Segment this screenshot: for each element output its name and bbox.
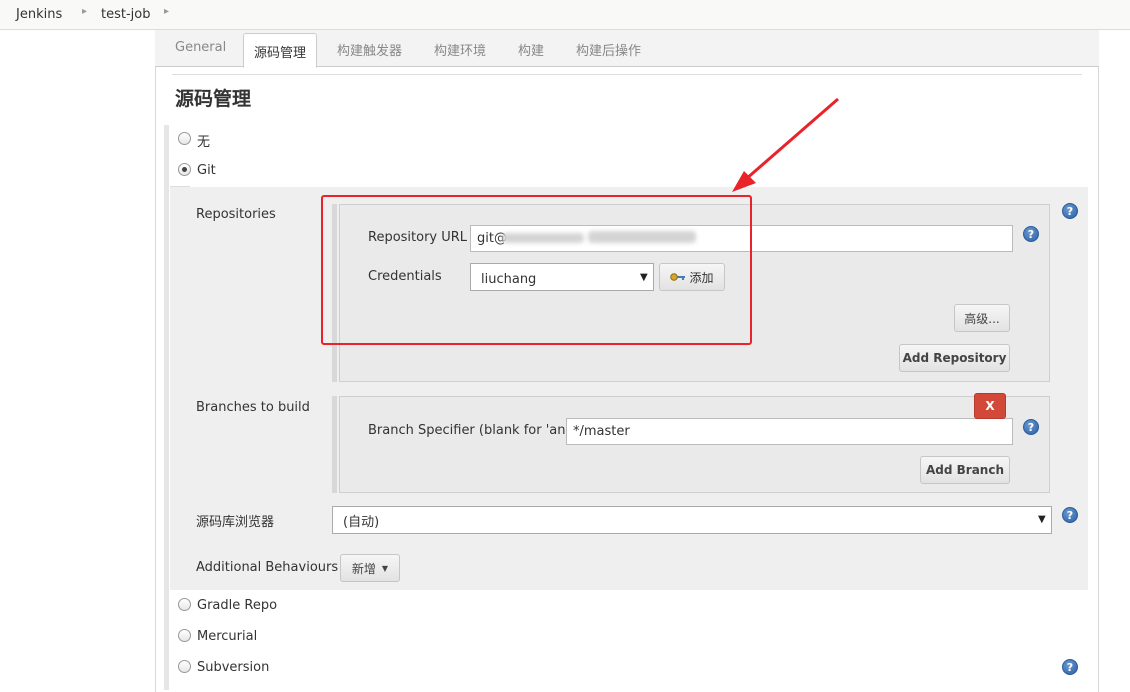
repositories-label: Repositories: [196, 207, 276, 222]
dropdown-arrow-icon: ▼: [1038, 514, 1046, 525]
help-icon[interactable]: ?: [1062, 659, 1078, 675]
divider: [172, 74, 1082, 75]
add-behaviour-label: 新增: [351, 561, 376, 576]
repository-browser-select[interactable]: (自动): [332, 506, 1052, 534]
help-icon[interactable]: ?: [1023, 419, 1039, 435]
repository-browser-value: (自动): [343, 515, 380, 530]
section-bar: [164, 125, 169, 690]
branches-bar: [332, 396, 337, 493]
scm-none-radio[interactable]: [178, 132, 191, 145]
branch-specifier-label: Branch Specifier (blank for 'any'): [368, 423, 582, 438]
breadcrumb-test-job[interactable]: test-job: [101, 7, 150, 22]
chevron-right-icon[interactable]: ▸: [164, 6, 169, 17]
breadcrumb-jenkins[interactable]: Jenkins: [16, 7, 62, 22]
section-title: 源码管理: [175, 88, 252, 110]
additional-behaviours-label: Additional Behaviours: [196, 560, 339, 575]
chevron-right-icon: ▸: [82, 6, 88, 17]
tab-general[interactable]: General: [175, 40, 226, 55]
scm-gradle-radio[interactable]: [178, 598, 191, 611]
help-icon[interactable]: ?: [1062, 203, 1078, 219]
delete-branch-button[interactable]: X: [974, 393, 1006, 419]
scm-subversion-radio[interactable]: [178, 660, 191, 673]
scm-mercurial-label: Mercurial: [197, 629, 258, 644]
breadcrumb: Jenkins ▸ test-job ▸: [0, 0, 1130, 30]
caret-down-icon: ▼: [381, 563, 389, 573]
branch-specifier-value: */master: [573, 424, 630, 439]
scm-git-radio[interactable]: [178, 163, 191, 176]
advanced-button[interactable]: 高级...: [954, 304, 1010, 332]
add-repository-button[interactable]: Add Repository: [899, 344, 1010, 372]
scm-none-label: 无: [197, 135, 211, 150]
add-behaviour-button[interactable]: 新增 ▼: [340, 554, 400, 582]
add-branch-button[interactable]: Add Branch: [920, 456, 1010, 484]
tab-label: 源码管理: [254, 46, 307, 61]
annotation-highlight-box: [321, 195, 752, 345]
help-icon[interactable]: ?: [1023, 226, 1039, 242]
tab-build-environment[interactable]: 构建环境: [434, 40, 486, 59]
tab-source-code-management[interactable]: 源码管理: [243, 33, 317, 68]
scm-subversion-label: Subversion: [197, 660, 270, 675]
annotation-arrow-icon: [732, 97, 839, 192]
branch-specifier-input[interactable]: */master: [566, 418, 1013, 445]
tab-post-build[interactable]: 构建后操作: [576, 40, 641, 59]
tab-build[interactable]: 构建: [518, 40, 544, 59]
scm-mercurial-radio[interactable]: [178, 629, 191, 642]
scm-gradle-label: Gradle Repo: [197, 598, 278, 613]
scm-git-label: Git: [197, 163, 216, 178]
tab-build-triggers[interactable]: 构建触发器: [337, 40, 402, 59]
branches-label: Branches to build: [196, 400, 310, 415]
repository-browser-label: 源码库浏览器: [196, 515, 275, 530]
help-icon[interactable]: ?: [1062, 507, 1078, 523]
